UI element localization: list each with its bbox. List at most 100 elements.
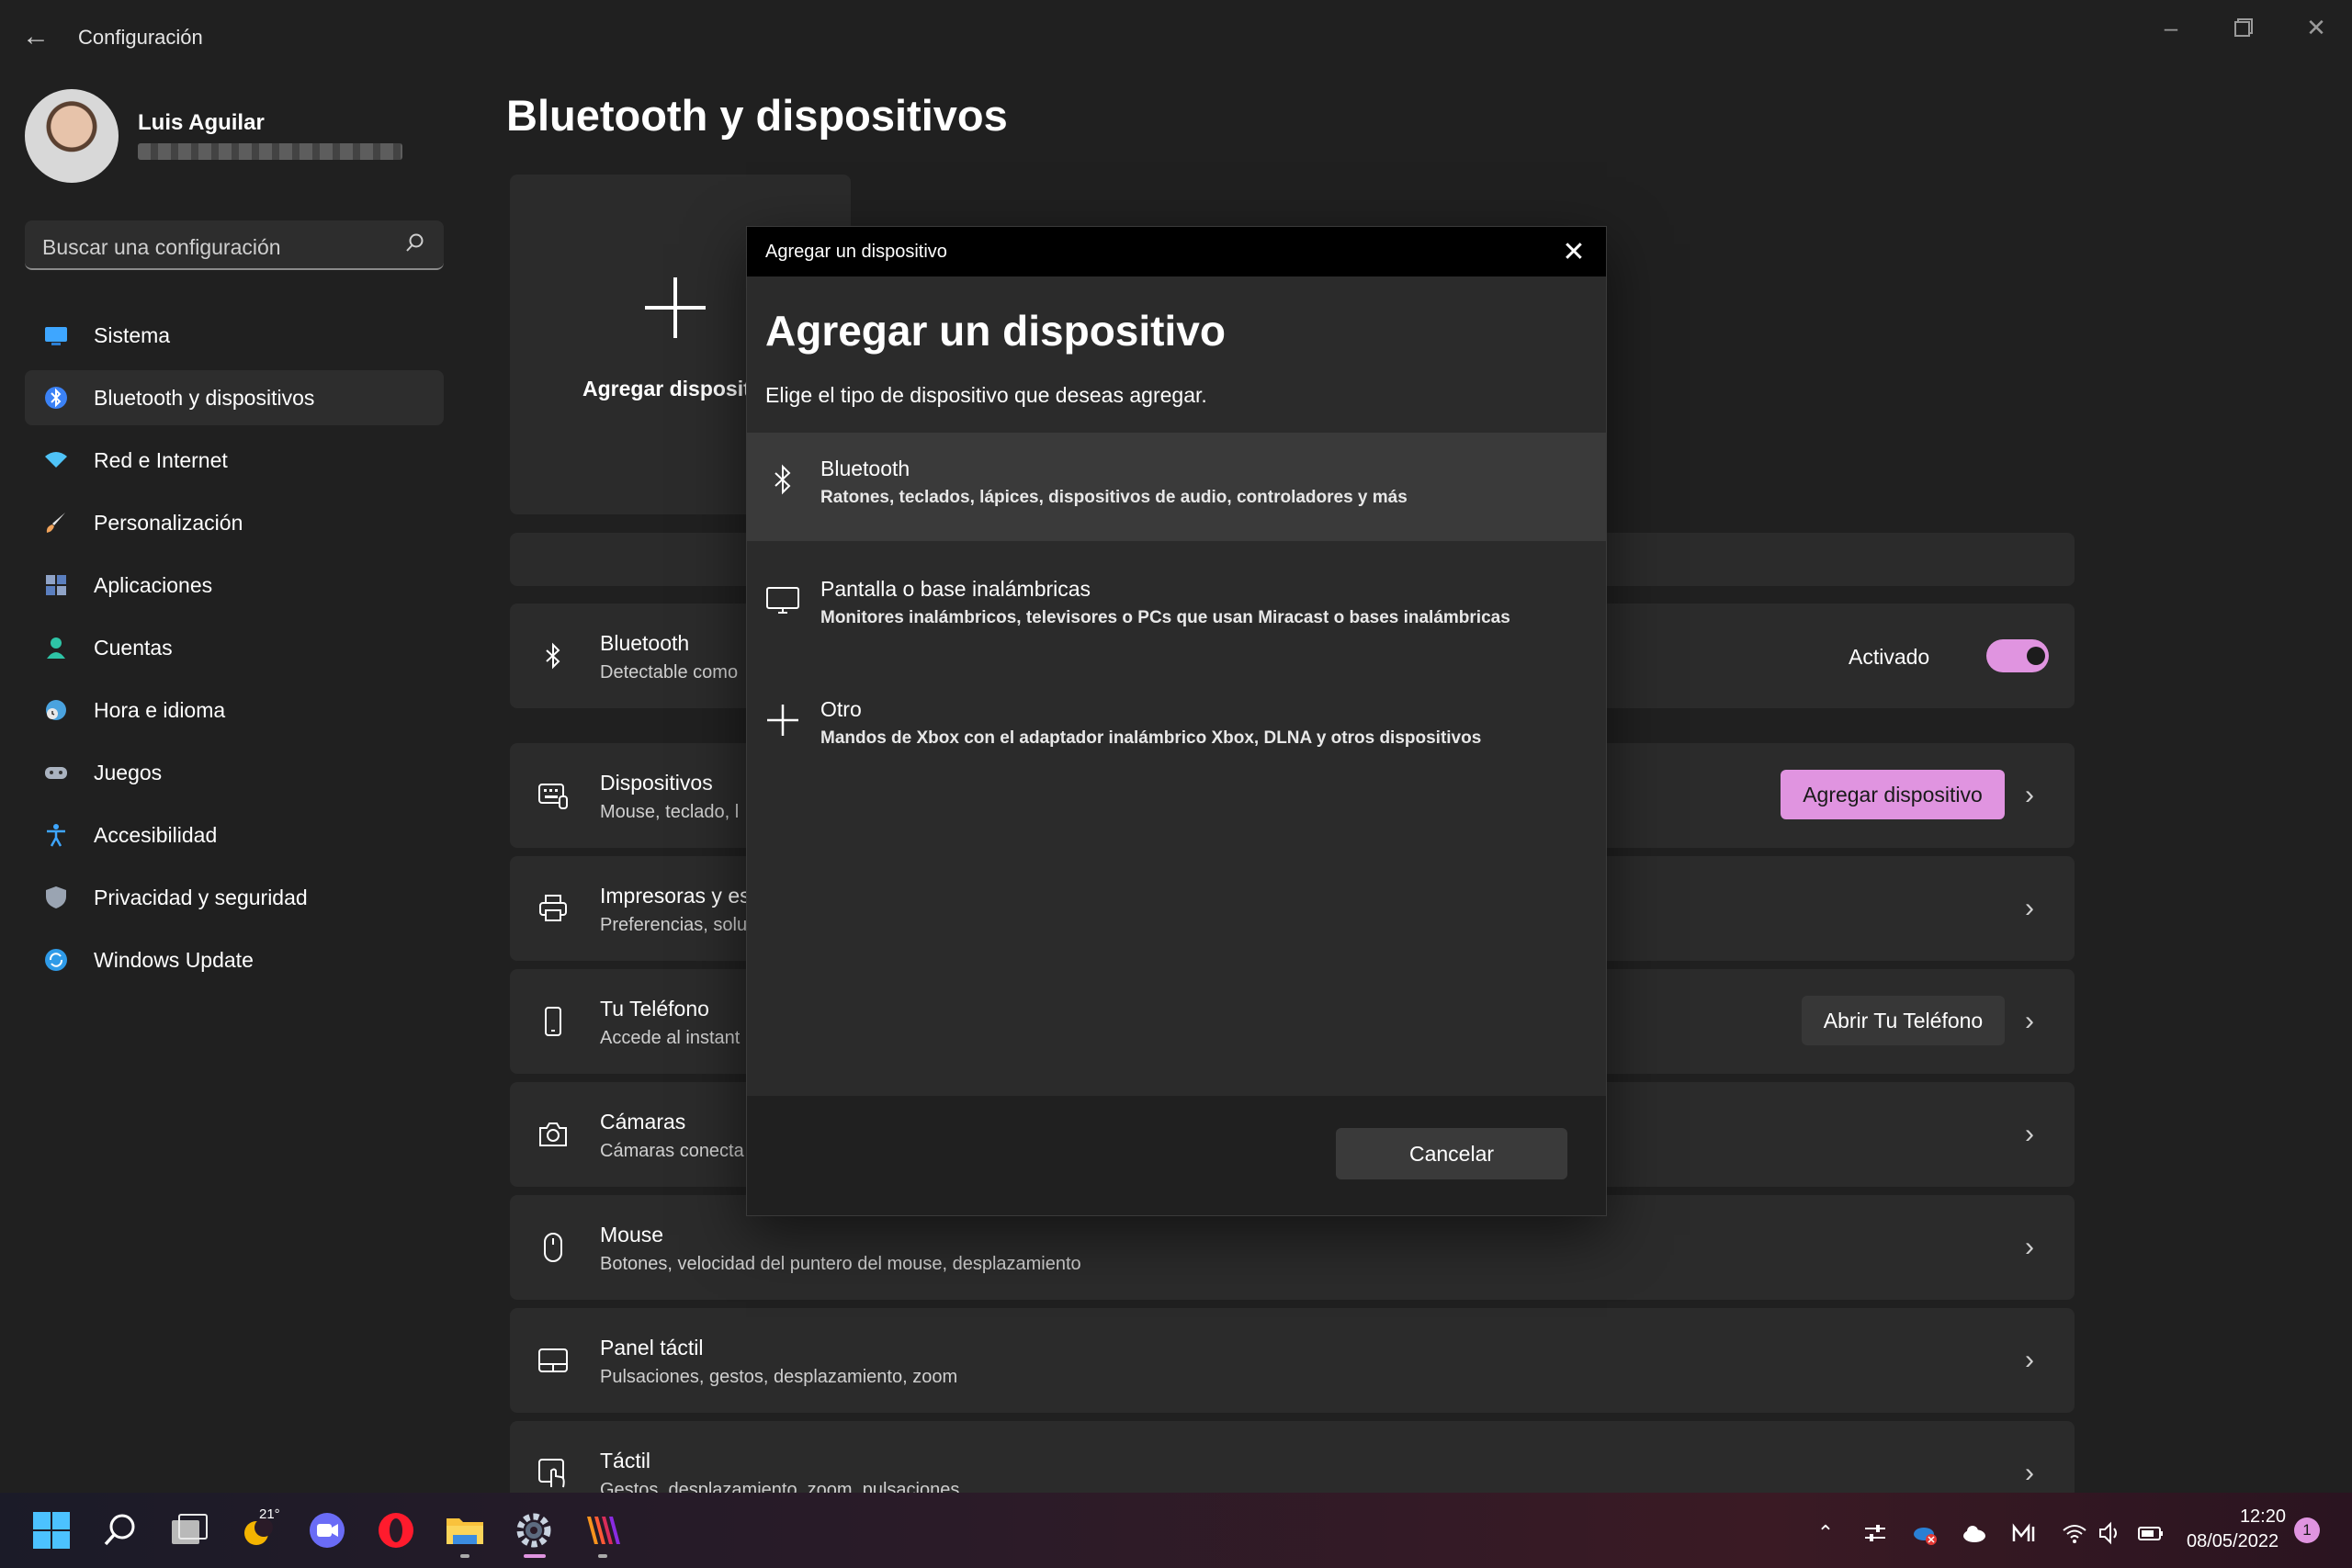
dialog-titlebar: Agregar un dispositivo ✕	[747, 227, 1606, 276]
row-subtitle: Pulsaciones, gestos, desplazamiento, zoo…	[600, 1367, 958, 1387]
chat-icon[interactable]	[306, 1509, 348, 1551]
option-wireless-display[interactable]: Pantalla o base inalámbricas Monitores i…	[747, 553, 1606, 661]
sidebar-item-privacidad[interactable]: Privacidad y seguridad	[25, 870, 444, 925]
sidebar-item-juegos[interactable]: Juegos	[25, 745, 444, 800]
option-subtitle: Mandos de Xbox con el adaptador inalámbr…	[820, 728, 1482, 748]
brush-icon	[43, 510, 69, 536]
option-bluetooth[interactable]: Bluetooth Ratones, teclados, lápices, di…	[747, 433, 1606, 541]
clock-date[interactable]: 08/05/2022	[2187, 1531, 2278, 1552]
sidebar-item-aplicaciones[interactable]: Aplicaciones	[25, 558, 444, 613]
title-bar	[0, 0, 2352, 73]
sidebar-item-hora[interactable]: Hora e idioma	[25, 682, 444, 738]
search-icon[interactable]	[404, 231, 426, 254]
row-panel-tactil[interactable]: Panel táctil Pulsaciones, gestos, despla…	[510, 1308, 2075, 1413]
option-title: Otro	[820, 697, 862, 721]
sidebar-item-accesibilidad[interactable]: Accesibilidad	[25, 807, 444, 863]
wifi-icon[interactable]	[2061, 1519, 2088, 1547]
avatar[interactable]	[25, 89, 119, 183]
onedrive-error-icon[interactable]	[1911, 1519, 1939, 1547]
monitor-icon	[43, 322, 69, 348]
bluetooth-toggle-label: Activado	[1849, 645, 1930, 669]
person-icon	[43, 635, 69, 660]
sidebar-item-label: Privacidad y seguridad	[94, 886, 308, 909]
close-icon[interactable]: ✕	[1555, 234, 1592, 271]
task-view-icon[interactable]	[168, 1509, 210, 1551]
plus-icon	[765, 703, 800, 738]
row-title: Dispositivos	[600, 771, 713, 795]
arrow-left-icon[interactable]: ←	[22, 20, 55, 53]
option-title: Pantalla o base inalámbricas	[820, 577, 1091, 601]
wintoys-icon[interactable]	[582, 1509, 624, 1551]
chevron-up-icon[interactable]: ⌃	[1812, 1519, 1839, 1547]
user-name: Luis Aguilar	[138, 110, 265, 135]
row-title: Panel táctil	[600, 1336, 704, 1359]
sidebar-item-sistema[interactable]: Sistema	[25, 308, 444, 363]
search-input[interactable]	[42, 235, 391, 259]
notification-badge[interactable]: 1	[2294, 1517, 2320, 1543]
add-device-button[interactable]: Agregar dispositivo	[1781, 770, 2005, 819]
sliders-icon[interactable]	[1861, 1519, 1889, 1547]
row-tactil[interactable]: Táctil Gestos, desplazamiento, zoom, pul…	[510, 1421, 2075, 1493]
windows-start-icon[interactable]	[30, 1509, 73, 1551]
cloud-icon[interactable]	[1961, 1519, 1988, 1547]
battery-icon[interactable]	[2137, 1519, 2165, 1547]
row-title: Bluetooth	[600, 631, 690, 655]
sidebar-item-windows-update[interactable]: Windows Update	[25, 932, 444, 987]
phone-icon	[537, 1006, 569, 1037]
toggle-knob	[2027, 647, 2045, 665]
sidebar-item-label: Bluetooth y dispositivos	[94, 386, 315, 410]
add-device-card-label: Agregar disposit	[582, 377, 751, 400]
shield-icon	[43, 885, 69, 910]
maximize-icon[interactable]	[2216, 9, 2271, 46]
keyboard-icon	[537, 780, 569, 811]
sidebar-item-label: Red e Internet	[94, 448, 228, 472]
row-subtitle: Mouse, teclado, l	[600, 802, 740, 822]
chevron-right-icon: ›	[2025, 1458, 2034, 1488]
plus-icon	[643, 276, 707, 340]
row-title: Mouse	[600, 1223, 664, 1247]
open-phone-button[interactable]: Abrir Tu Teléfono	[1802, 996, 2005, 1045]
option-subtitle: Monitores inalámbricos, televisores o PC…	[820, 608, 1510, 627]
dialog-heading: Agregar un dispositivo	[765, 307, 1226, 355]
row-title: Táctil	[600, 1449, 650, 1472]
gamepad-icon	[43, 760, 69, 785]
monitor-icon	[765, 582, 800, 617]
row-subtitle: Botones, velocidad del puntero del mouse…	[600, 1254, 1081, 1274]
sidebar-item-label: Hora e idioma	[94, 698, 226, 722]
sidebar-item-cuentas[interactable]: Cuentas	[25, 620, 444, 675]
sidebar-item-personalizacion[interactable]: Personalización	[25, 495, 444, 550]
page-title: Bluetooth y dispositivos	[506, 91, 1008, 140]
sidebar-item-label: Juegos	[94, 761, 163, 784]
row-subtitle: Accede al instant	[600, 1028, 741, 1048]
opera-icon[interactable]	[375, 1509, 417, 1551]
chevron-right-icon: ›	[2025, 780, 2034, 810]
dialog-titlebar-text: Agregar un dispositivo	[765, 242, 947, 262]
sidebar-item-bluetooth[interactable]: Bluetooth y dispositivos	[25, 370, 444, 425]
cancel-button[interactable]: Cancelar	[1336, 1128, 1567, 1179]
clock-time[interactable]: 12:20	[2238, 1506, 2286, 1528]
row-subtitle: Detectable como	[600, 662, 739, 682]
option-title: Bluetooth	[820, 457, 910, 480]
sidebar-item-label: Sistema	[94, 323, 171, 347]
row-subtitle: Cámaras conecta	[600, 1141, 744, 1161]
row-title: Impresoras y es	[600, 884, 751, 908]
meter-icon[interactable]	[2010, 1519, 2038, 1547]
printer-icon	[537, 893, 569, 924]
running-indicator	[598, 1554, 607, 1558]
settings-gear-icon[interactable]	[513, 1509, 555, 1551]
close-icon[interactable]: ✕	[2289, 9, 2344, 46]
mouse-icon	[537, 1232, 569, 1263]
chevron-right-icon: ›	[2025, 1345, 2034, 1375]
wifi-icon	[43, 447, 69, 473]
option-other[interactable]: Otro Mandos de Xbox con el adaptador ina…	[747, 673, 1606, 782]
search-icon[interactable]	[99, 1509, 141, 1551]
row-subtitle: Preferencias, solu	[600, 915, 748, 935]
sidebar-item-label: Cuentas	[94, 636, 173, 660]
sidebar-item-red[interactable]: Red e Internet	[25, 433, 444, 488]
minimize-icon[interactable]: –	[2143, 9, 2199, 46]
file-explorer-icon[interactable]	[444, 1509, 486, 1551]
chevron-right-icon: ›	[2025, 1232, 2034, 1262]
volume-icon[interactable]	[2097, 1519, 2124, 1547]
app-title: Configuración	[78, 26, 203, 49]
option-subtitle: Ratones, teclados, lápices, dispositivos…	[820, 488, 1408, 507]
